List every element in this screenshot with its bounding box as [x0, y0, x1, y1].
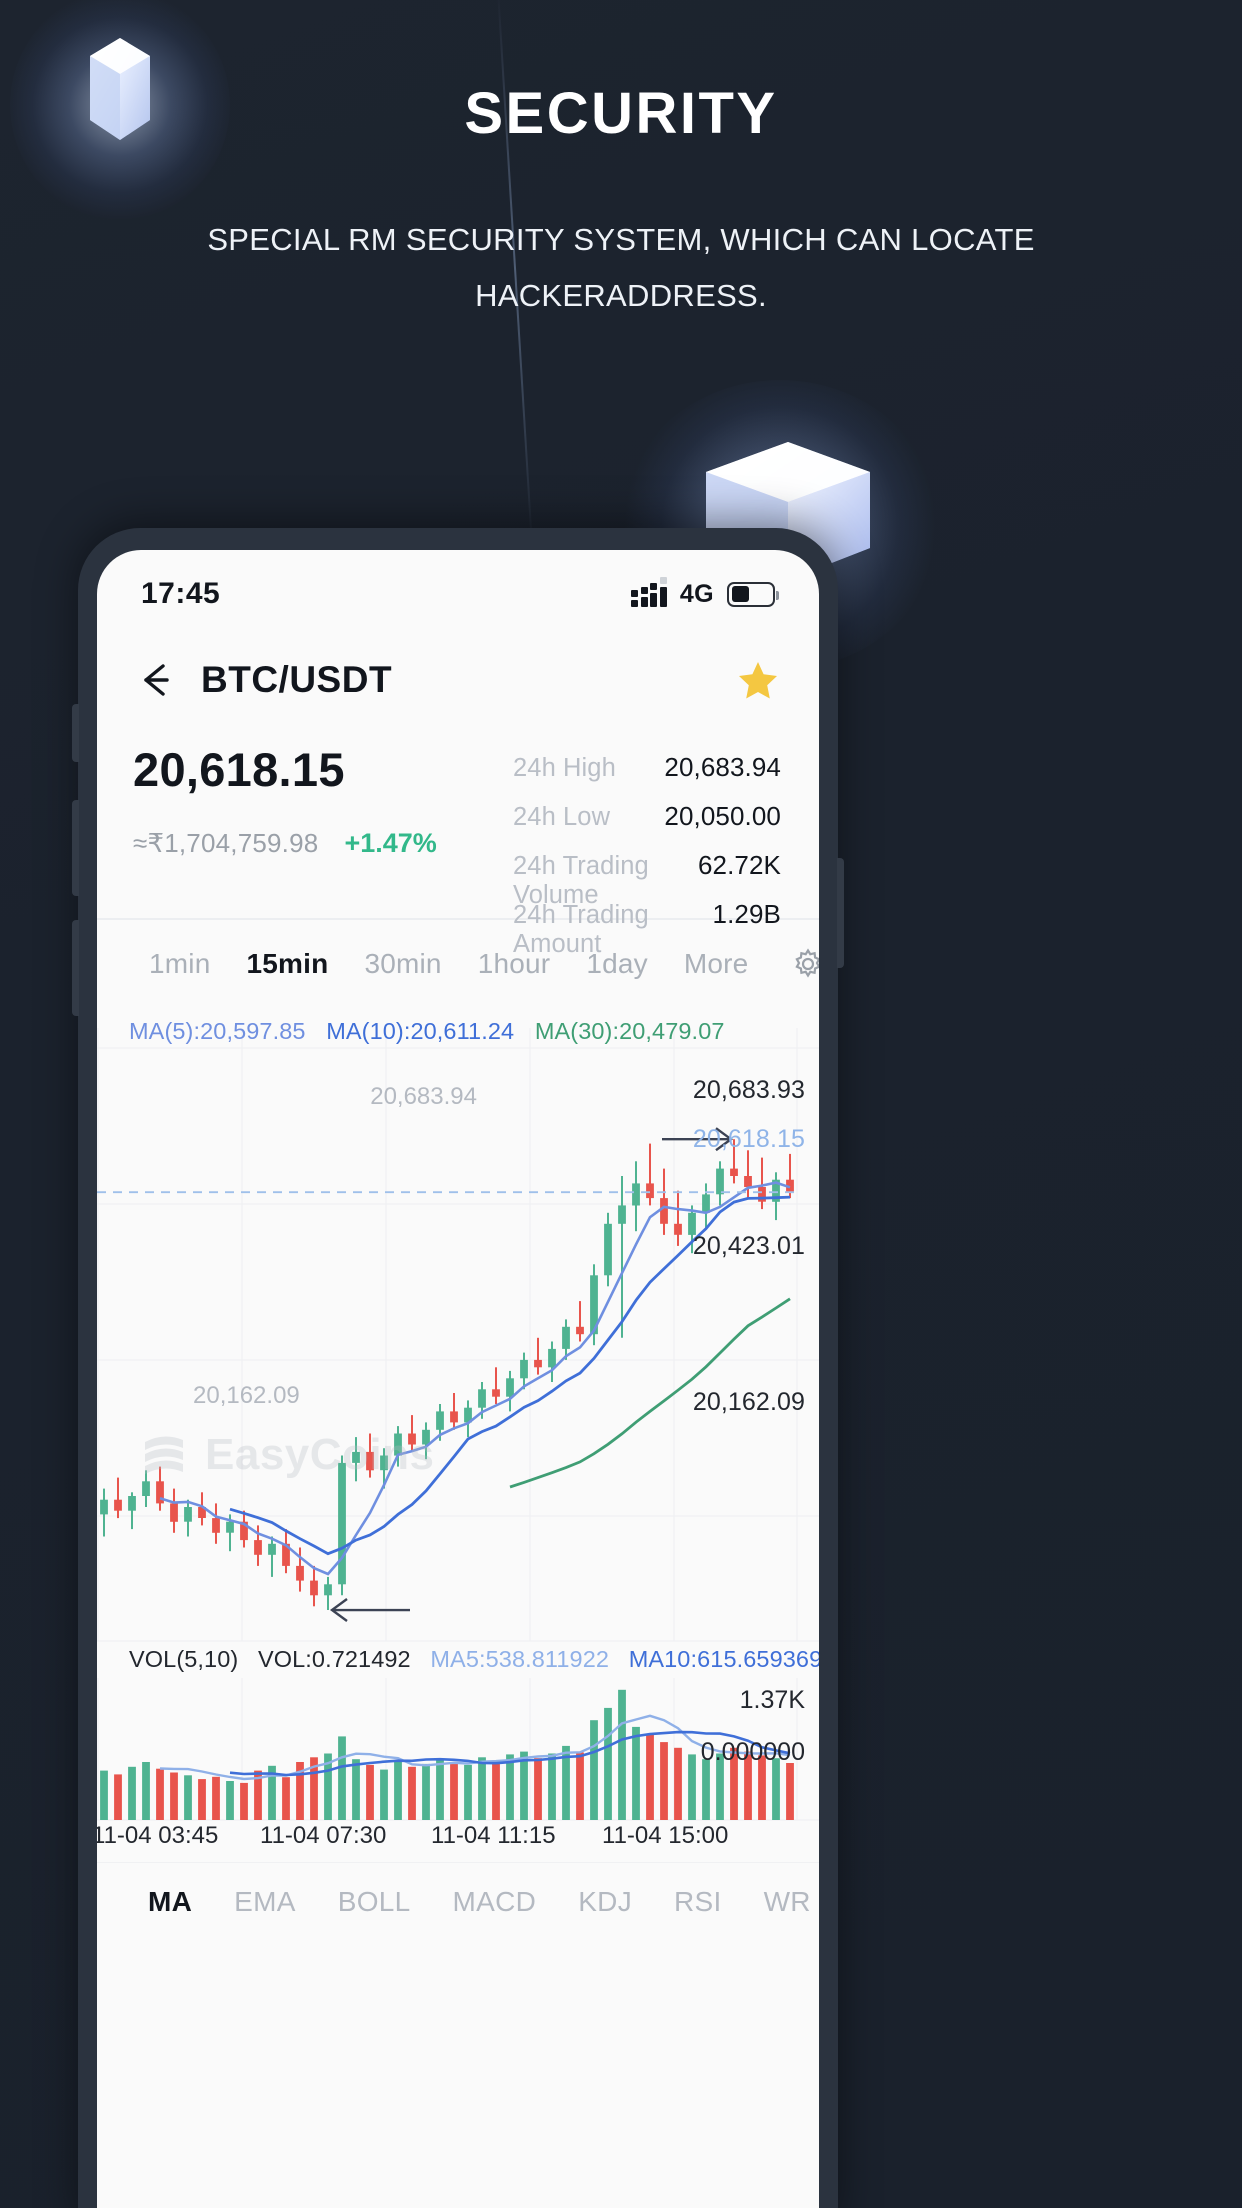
stat-label: 24h Low — [513, 803, 611, 831]
tab-rsi[interactable]: RSI — [653, 1886, 743, 1918]
stat-value: 1.29B — [712, 899, 781, 929]
x-axis: 11-04 03:45 11-04 07:30 11-04 11:15 11-0… — [97, 1822, 819, 1862]
stat-label: 24h High — [513, 754, 616, 782]
tab-depth[interactable]: Dep — [766, 948, 784, 980]
last-price: 20,618.15 — [133, 743, 345, 796]
price-chart[interactable]: MA(5):20,597.85 MA(10):20,611.24 MA(30):… — [97, 1008, 819, 1642]
tab-wr[interactable]: WR — [743, 1886, 819, 1918]
vol-value: VOL:0.721492 — [257, 1645, 411, 1672]
status-indicators: 4G — [631, 577, 779, 609]
ma30-legend: MA(30):20,479.07 — [534, 1017, 725, 1044]
gear-icon[interactable] — [790, 946, 819, 982]
phone-mockup: 17:45 4G BTC/USDT 20,618.15 ≈₹1,704,759.… — [72, 528, 844, 2208]
price-change-percent: +1.47% — [344, 828, 437, 858]
indicator-tabs: MA EMA BOLL MACD KDJ RSI WR — [97, 1861, 819, 1942]
app-header: BTC/USDT — [97, 628, 819, 732]
x-label: 11-04 15:00 — [602, 1821, 729, 1849]
low-annotation: 20,162.09 — [193, 1381, 300, 1409]
tab-30min[interactable]: 30min — [346, 948, 459, 980]
phone-side-button — [72, 704, 79, 762]
ma10-legend: MA(10):20,611.24 — [326, 1017, 515, 1044]
x-label: 11-04 03:45 — [97, 1821, 219, 1849]
network-type-label: 4G — [679, 579, 714, 608]
tab-15min[interactable]: 15min — [229, 948, 347, 980]
tab-ema[interactable]: EMA — [213, 1886, 317, 1918]
stat-row: 24h Trading Volume 62.72K — [513, 850, 781, 909]
volume-chart[interactable]: VOL(5,10) VOL:0.721492 MA5:538.811922 MA… — [97, 1642, 819, 1822]
page-title: SECURITY — [464, 81, 778, 146]
arrow-left-icon[interactable] — [133, 657, 179, 703]
price-summary: 20,618.15 ≈₹1,704,759.98 +1.47% 24h High… — [97, 732, 819, 958]
stats-list: 24h High 20,683.94 24h Low 20,050.00 24h… — [513, 740, 781, 958]
ma5-legend: MA(5):20,597.85 — [129, 1017, 306, 1044]
vol-title: VOL(5,10) — [129, 1645, 239, 1672]
page-root: SECURITY SPECIAL RM SECURITY SYSTEM, WHI… — [0, 0, 1242, 2208]
stat-row: 24h Trading Amount 1.29B — [513, 899, 781, 958]
phone-side-button — [72, 920, 79, 1016]
phone-screen: 17:45 4G BTC/USDT 20,618.15 ≈₹1,704,759.… — [97, 550, 819, 2208]
tab-1day[interactable]: 1day — [568, 948, 666, 980]
page-title-pair: BTC/USDT — [201, 659, 393, 700]
stat-row: 24h High 20,683.94 — [513, 752, 781, 801]
vol-ma10: MA10:615.659369 — [628, 1645, 819, 1672]
status-clock: 17:45 — [141, 577, 221, 610]
price-left-column: 20,618.15 ≈₹1,704,759.98 +1.47% — [133, 740, 513, 918]
tab-ma[interactable]: MA — [127, 1886, 213, 1918]
status-bar: 17:45 4G — [97, 550, 819, 628]
stat-value: 62.72K — [697, 850, 781, 880]
x-label: 11-04 07:30 — [260, 1821, 387, 1849]
volume-axis-top: 1.37K — [739, 1685, 805, 1714]
volume-axis-bottom: 0.000000 — [700, 1737, 805, 1766]
price-secondary-row: ≈₹1,704,759.98 +1.47% — [133, 828, 513, 859]
tab-macd[interactable]: MACD — [432, 1886, 558, 1918]
tab-more[interactable]: More — [666, 948, 767, 980]
x-label: 11-04 11:15 — [431, 1821, 556, 1849]
tab-1min[interactable]: 1min — [131, 948, 229, 980]
stat-row: 24h Low 20,050.00 — [513, 801, 781, 850]
volume-legend: VOL(5,10) VOL:0.721492 MA5:538.811922 MA… — [129, 1646, 819, 1673]
phone-power-button — [837, 858, 844, 968]
star-icon[interactable] — [737, 659, 779, 701]
axis-price-mid: 20,423.01 — [692, 1231, 805, 1260]
ma-legend: MA(5):20,597.85 MA(10):20,611.24 MA(30):… — [129, 1018, 739, 1045]
page-subtitle: SPECIAL RM SECURITY SYSTEM, WHICH CAN LO… — [207, 222, 1035, 313]
battery-icon — [727, 581, 779, 607]
tab-kdj[interactable]: KDJ — [557, 1886, 653, 1918]
tab-1hour[interactable]: 1hour — [460, 948, 569, 980]
axis-price-high: 20,683.93 — [692, 1075, 805, 1104]
signal-bars-icon — [631, 577, 667, 607]
fiat-price: ≈₹1,704,759.98 — [133, 828, 319, 858]
stat-value: 20,683.94 — [664, 752, 781, 782]
axis-price-low: 20,162.09 — [692, 1387, 805, 1416]
current-price-tag: 20,618.15 — [692, 1124, 805, 1153]
tab-boll[interactable]: BOLL — [317, 1886, 432, 1918]
stat-value: 20,050.00 — [664, 801, 781, 831]
phone-side-button — [72, 800, 79, 896]
vol-ma5: MA5:538.811922 — [430, 1645, 610, 1672]
high-annotation: 20,683.94 — [370, 1082, 477, 1110]
